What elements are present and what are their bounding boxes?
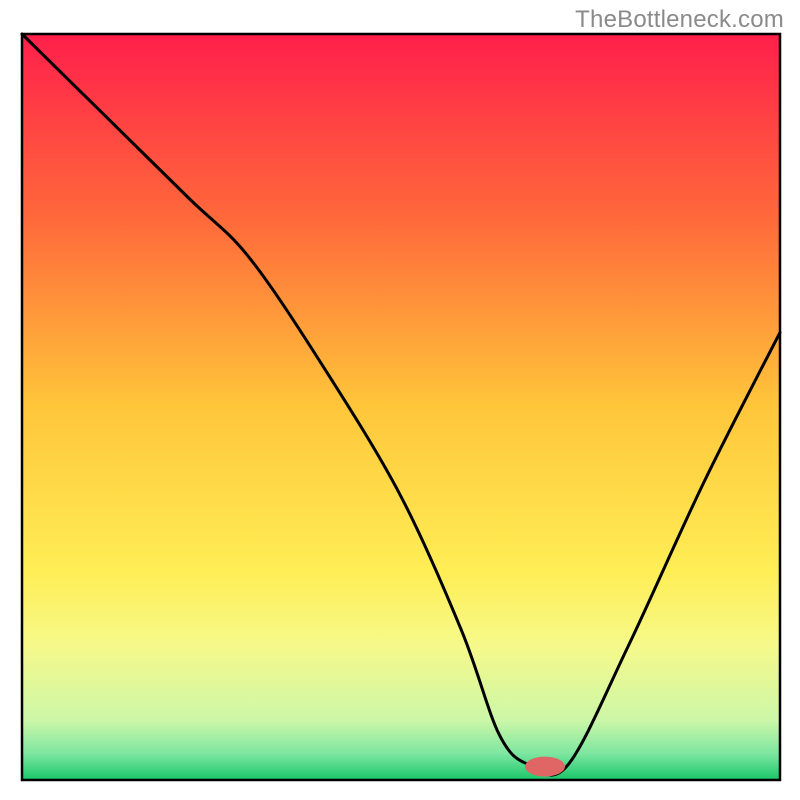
chart-stage: TheBottleneck.com — [0, 0, 800, 800]
bottleneck-chart — [0, 0, 800, 800]
optimal-marker — [525, 757, 565, 777]
